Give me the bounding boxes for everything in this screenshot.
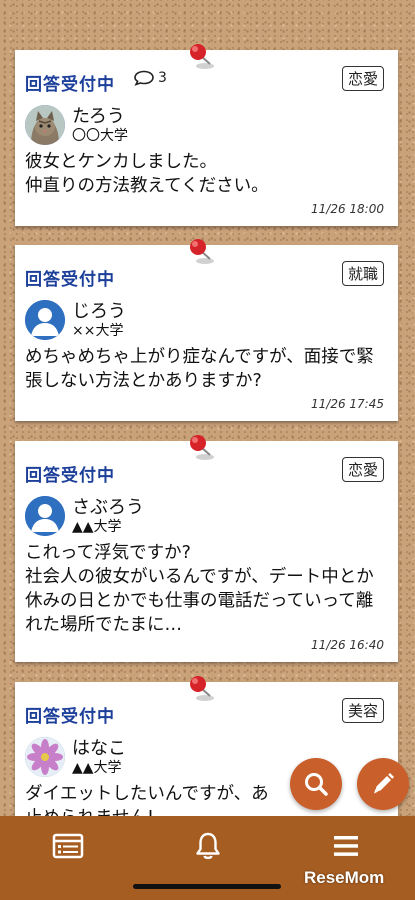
menu-icon (334, 836, 358, 856)
default-user-icon (25, 300, 65, 340)
comment-count-value: 3 (158, 70, 167, 86)
post-body: めちゃめちゃ上がり症なんですが、面接で緊張しない方法とかありますか? (25, 347, 374, 391)
post-body: これって浮気ですか? 社会人の彼女がいるんですが、デート中とか休みの日とかでも仕… (25, 543, 374, 635)
category-badge: 恋愛 (341, 66, 384, 91)
avatar[interactable] (25, 105, 65, 145)
timestamp: 11/26 18:00 (311, 202, 384, 216)
post-card[interactable]: 回答受付中 就職 じろう ××大学 めちゃめちゃ上がり症なんですが、面接で緊張し… (15, 239, 398, 421)
flower-photo-icon (25, 737, 65, 777)
cat-photo-icon (25, 105, 65, 145)
post-body: 彼女とケンカしました。 仲直りの方法教えてください。 (25, 152, 269, 196)
university: ▲▲大学 (72, 519, 122, 535)
search-icon (305, 773, 328, 796)
home-indicator[interactable] (133, 884, 281, 889)
timestamp: 11/26 17:45 (311, 397, 384, 411)
university: ××大学 (72, 323, 124, 339)
list-icon (52, 833, 84, 859)
category-badge: 恋愛 (341, 457, 384, 482)
avatar[interactable] (25, 496, 65, 536)
watermark-logo: ReseMom (304, 868, 385, 887)
default-user-icon (25, 496, 65, 536)
nav-list-button[interactable] (48, 826, 88, 866)
status-label: 回答受付中 (25, 466, 115, 486)
nav-menu-button[interactable] (326, 826, 366, 866)
category-badge: 美容 (341, 698, 384, 723)
search-button[interactable] (290, 758, 342, 810)
post-card[interactable]: 回答受付中 恋愛 さぶろう ▲▲大学 これって浮気ですか? 社会人の彼女がいるん… (15, 435, 398, 662)
pencil-icon (374, 773, 394, 794)
nav-notifications-button[interactable] (188, 826, 228, 866)
university: ▲▲大学 (72, 760, 122, 776)
comment-count: 3 (133, 70, 167, 86)
timestamp: 11/26 16:40 (311, 638, 384, 652)
university: 〇〇大学 (72, 128, 128, 144)
pushpin-icon (190, 44, 214, 69)
new-post-button[interactable] (357, 758, 409, 810)
status-label: 回答受付中 (25, 270, 115, 290)
post-feed[interactable]: 回答受付中 3 恋愛 たろう 〇〇大学 彼女とケンカしました。 仲直りの方法教え… (0, 0, 415, 816)
status-label: 回答受付中 (25, 75, 115, 95)
post-card[interactable]: 回答受付中 3 恋愛 たろう 〇〇大学 彼女とケンカしました。 仲直りの方法教え… (15, 44, 398, 226)
avatar[interactable] (25, 300, 65, 340)
bell-icon (196, 832, 220, 860)
post-card[interactable]: 回答受付中 美容 はなこ ▲▲大学 ダイエットしたいんですが、あ 止めら (15, 676, 398, 816)
status-label: 回答受付中 (25, 707, 115, 727)
pushpin-icon (190, 676, 214, 701)
avatar[interactable] (25, 737, 65, 777)
pushpin-icon (190, 435, 214, 460)
pushpin-icon (190, 239, 214, 264)
category-badge: 就職 (341, 261, 384, 286)
speech-bubble-icon (134, 70, 154, 86)
